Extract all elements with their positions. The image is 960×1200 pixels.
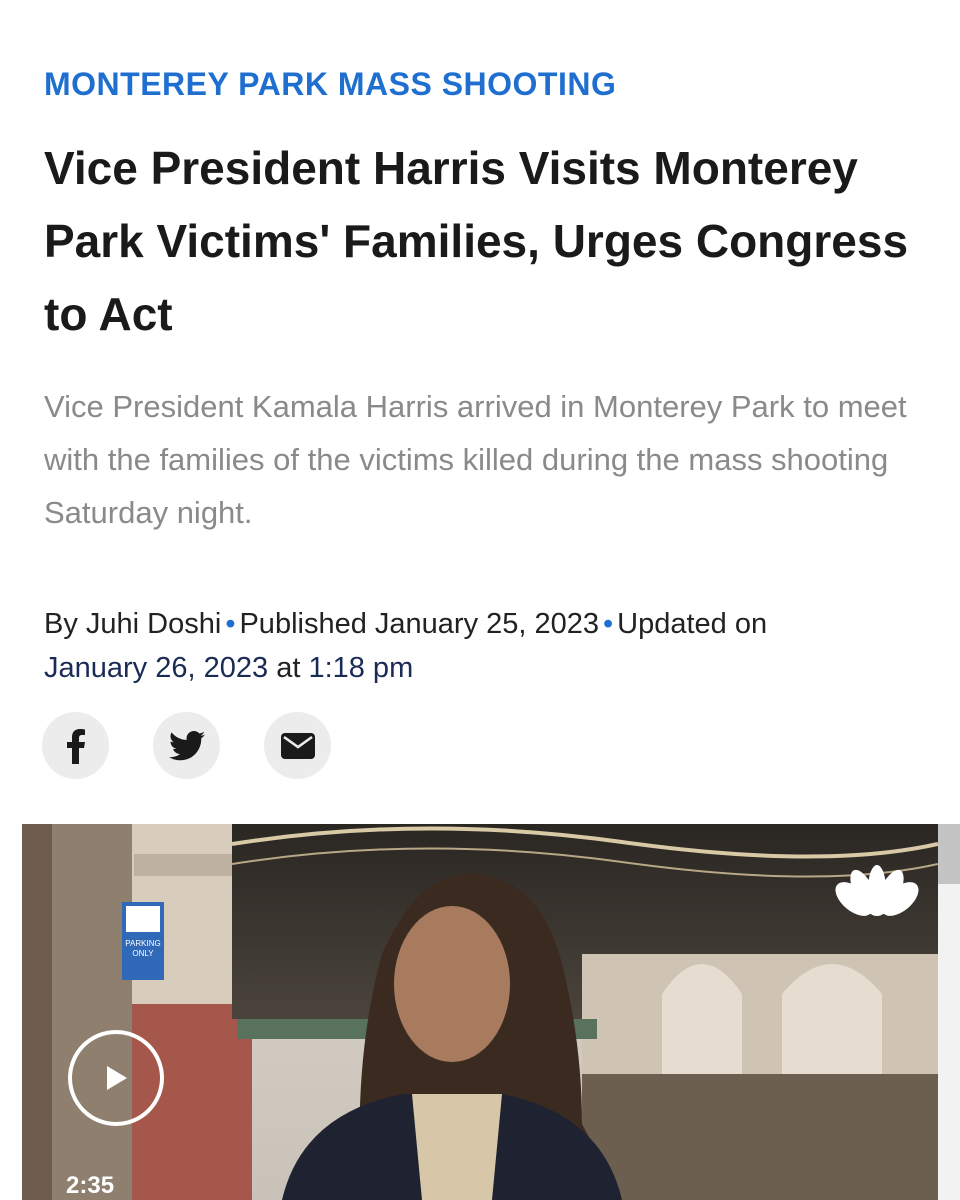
email-icon <box>280 732 315 759</box>
published-date: Published January 25, 2023 <box>239 608 600 640</box>
play-icon <box>107 1066 127 1090</box>
updated-date: January 26, 2023 <box>44 652 269 684</box>
byline-separator: • <box>603 608 614 640</box>
article-page: MONTEREY PARK MASS SHOOTING Vice Preside… <box>0 0 960 1200</box>
updated-label: Updated on <box>617 608 768 640</box>
scrollbar-thumb[interactable] <box>938 824 960 884</box>
twitter-icon <box>168 730 205 760</box>
share-buttons <box>42 712 331 779</box>
byline: By Juhi Doshi • Published January 25, 2023… <box>44 602 924 690</box>
article-headline: Vice President Harris Visits Monterey Pa… <box>44 142 909 340</box>
video-player[interactable]: PARKING ONLY <box>22 824 938 1200</box>
facebook-share-button[interactable] <box>42 712 109 779</box>
facebook-icon <box>66 728 85 764</box>
play-button[interactable] <box>68 1030 164 1126</box>
video-duration: 2:35 <box>66 1172 115 1199</box>
byline-separator: • <box>225 608 236 640</box>
parking-sign-line1: PARKING <box>125 939 160 948</box>
article-dek: Vice President Kamala Harris arrived in … <box>44 389 907 530</box>
updated-time: 1:18 pm <box>308 652 414 684</box>
author[interactable]: By Juhi Doshi <box>44 608 221 640</box>
video-scrollbar[interactable] <box>938 824 960 1200</box>
email-share-button[interactable] <box>264 712 331 779</box>
twitter-share-button[interactable] <box>153 712 220 779</box>
section-kicker[interactable]: MONTEREY PARK MASS SHOOTING <box>44 66 616 103</box>
video-thumbnail: PARKING ONLY <box>22 824 938 1200</box>
updated-at: at <box>276 652 301 684</box>
parking-sign-line2: ONLY <box>132 949 154 958</box>
